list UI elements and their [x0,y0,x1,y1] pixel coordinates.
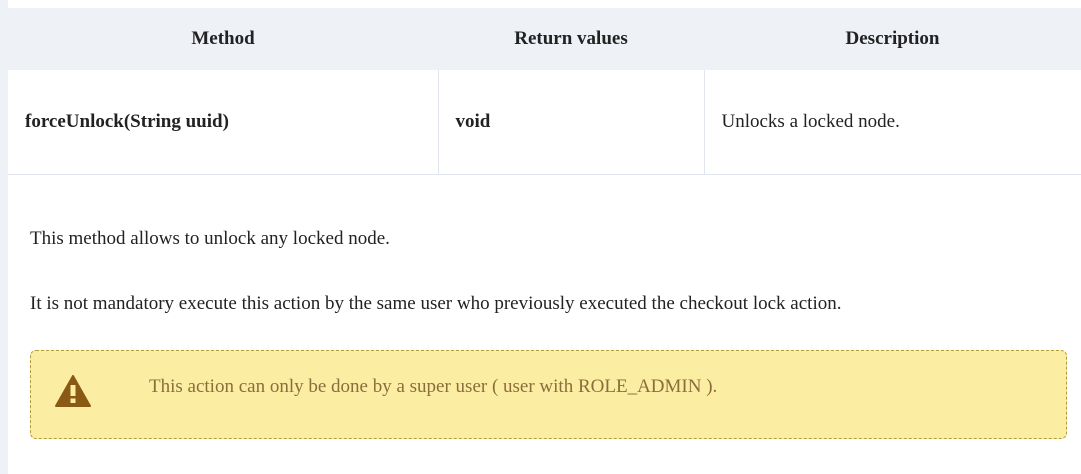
table-row: forceUnlock(String uuid) void Unlocks a … [8,70,1081,175]
paragraph-intro: This method allows to unlock any locked … [30,228,390,249]
warning-text: This action can only be done by a super … [149,376,718,397]
methods-table: Method Return values Description forceUn… [8,8,1081,175]
header-return-values: Return values [438,8,704,70]
table-header-row: Method Return values Description [8,8,1081,70]
header-description: Description [704,8,1081,70]
left-border [0,0,8,474]
return-value-cell: void [437,70,705,175]
header-method: Method [8,8,438,70]
warning-callout: This action can only be done by a super … [30,350,1067,439]
description-cell: Unlocks a locked node. [703,70,1081,175]
paragraph-note: It is not mandatory execute this action … [30,293,842,314]
warning-icon [55,375,91,407]
document-page: Method Return values Description forceUn… [0,0,1081,474]
method-cell: forceUnlock(String uuid) [8,70,439,175]
